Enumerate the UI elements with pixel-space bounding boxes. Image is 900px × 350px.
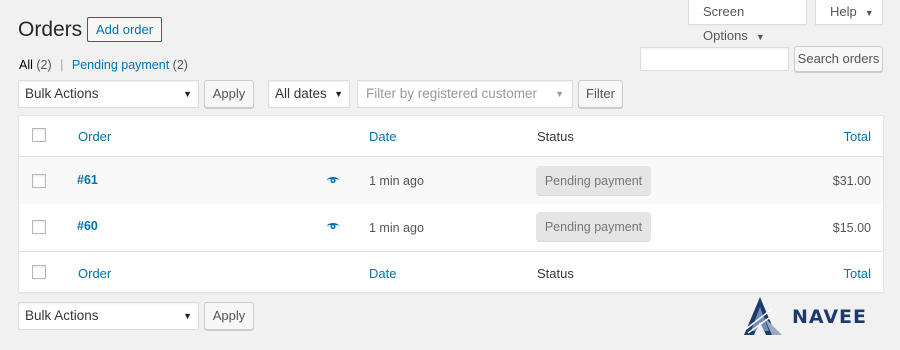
navee-logo-text: NAVEE [792,306,867,328]
view-all-link[interactable]: All [19,58,33,72]
filter-button[interactable]: Filter [578,80,623,108]
view-all-count: (2) [36,58,52,72]
help-label: Help [830,4,857,19]
column-date[interactable]: Date [369,266,396,281]
view-pending-link[interactable]: Pending payment [72,58,169,72]
search-orders-button[interactable]: Search orders [794,46,883,72]
table-footer: Order Date Status Total [19,251,883,293]
order-number-link[interactable]: #60 [77,219,98,233]
order-total: $31.00 [832,174,871,188]
apply-button-bottom[interactable]: Apply [204,302,254,330]
dropdown-arrow-icon: ▼ [555,89,564,99]
column-status: Status [537,129,574,144]
view-pending-count: (2) [172,58,188,72]
column-total[interactable]: Total [844,266,871,281]
column-order[interactable]: Order [78,266,111,281]
row-checkbox[interactable] [32,220,46,234]
bulk-actions-value: Bulk Actions [25,86,99,101]
order-number-link[interactable]: #61 [77,173,98,187]
column-date[interactable]: Date [369,129,396,144]
table-row[interactable]: #60 1 min ago Pending payment $15.00 [19,204,883,251]
bulk-actions-select-bottom[interactable]: Bulk Actions ▼ [18,302,199,330]
dropdown-arrow-icon: ▼ [183,311,192,321]
order-date: 1 min ago [369,221,424,235]
page-title: Orders [18,18,83,41]
apply-button-top[interactable]: Apply [204,80,254,108]
dropdown-arrow-icon: ▼ [334,89,343,99]
bulk-actions-select-top[interactable]: Bulk Actions ▼ [18,80,199,108]
eye-icon[interactable] [326,221,340,231]
table-header: Order Date Status Total [19,116,883,157]
table-row[interactable]: #61 1 min ago Pending payment $31.00 [19,157,883,204]
bulk-actions-value: Bulk Actions [25,308,99,323]
dates-select[interactable]: All dates ▼ [268,80,350,108]
status-badge: Pending payment [536,166,651,196]
orders-table: Order Date Status Total #61 1 min ago Pe… [18,115,884,293]
order-date: 1 min ago [369,174,424,188]
status-views: All (2) | Pending payment (2) [19,58,188,72]
screen-options-tab[interactable]: Screen Options ▼ [688,0,807,43]
help-tab[interactable]: Help ▼ [815,0,883,25]
dates-value: All dates [275,86,327,101]
select-all-checkbox[interactable] [32,128,46,142]
customer-filter-placeholder: Filter by registered customer [366,86,538,101]
search-input[interactable] [640,47,789,71]
dropdown-arrow-icon: ▼ [183,89,192,99]
chevron-down-icon: ▼ [864,8,874,18]
view-separator: | [60,58,64,72]
add-order-button[interactable]: Add order [87,17,163,42]
select-all-checkbox[interactable] [32,265,46,279]
order-total: $15.00 [832,221,871,235]
column-total[interactable]: Total [844,129,871,144]
row-checkbox[interactable] [32,174,46,188]
eye-icon[interactable] [326,175,340,185]
screen-options-label: Screen Options [703,4,748,43]
column-status: Status [537,266,574,281]
status-badge: Pending payment [536,212,651,242]
customer-filter-select[interactable]: Filter by registered customer ▼ [357,80,573,108]
chevron-down-icon: ▼ [755,32,765,42]
column-order[interactable]: Order [78,129,111,144]
